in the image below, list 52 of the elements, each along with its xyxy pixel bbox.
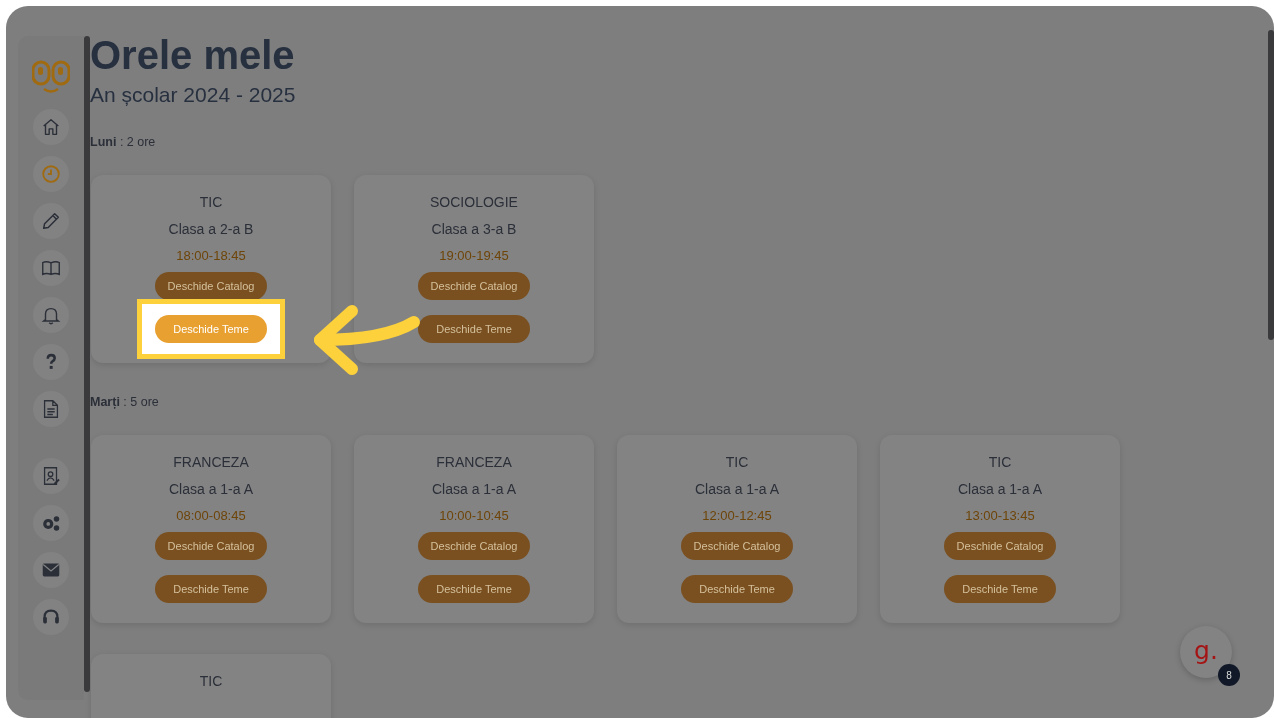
open-homework-button[interactable]: Deschide Teme <box>418 315 530 343</box>
pencil-icon <box>40 210 62 232</box>
pencil-nav-button[interactable] <box>33 203 69 239</box>
bell-nav-button[interactable] <box>33 297 69 333</box>
open-catalog-button[interactable]: Deschide Catalog <box>681 532 793 560</box>
class-name: Clasa a 2-a B <box>168 221 254 237</box>
open-homework-button[interactable]: Deschide Teme <box>418 575 530 603</box>
book-nav-button[interactable] <box>33 250 69 286</box>
gears-nav-button[interactable] <box>33 505 69 541</box>
question-nav-button[interactable] <box>33 344 69 380</box>
subject-name: TIC <box>199 673 223 689</box>
notification-badge: 8 <box>1218 664 1240 686</box>
clock-icon <box>40 163 62 185</box>
class-name: Clasa a 1-a A <box>694 481 780 497</box>
class-name: Clasa a 1-a A <box>168 481 254 497</box>
logo-icon <box>32 60 70 96</box>
lesson-time: 10:00-10:45 <box>439 508 509 524</box>
class-name: Clasa a 3-a B <box>431 221 517 237</box>
open-catalog-button[interactable]: Deschide Catalog <box>944 532 1056 560</box>
open-homework-button[interactable]: Deschide Teme <box>155 315 267 343</box>
page-title: Orele mele <box>90 32 296 78</box>
class-name: Clasa a 1-a A <box>957 481 1043 497</box>
subject-name: TIC <box>988 454 1012 470</box>
open-catalog-button[interactable]: Deschide Catalog <box>155 532 267 560</box>
headset-nav-button[interactable] <box>33 599 69 635</box>
scrollbar[interactable] <box>84 36 90 692</box>
school-year: An școlar 2024 - 2025 <box>90 82 297 108</box>
open-catalog-button[interactable]: Deschide Catalog <box>155 272 267 300</box>
lesson-time: 13:00-13:45 <box>965 508 1035 524</box>
lesson-time: 08:00-08:45 <box>176 508 246 524</box>
open-catalog-button[interactable]: Deschide Catalog <box>418 532 530 560</box>
mail-nav-button[interactable] <box>33 552 69 588</box>
document-nav-button[interactable] <box>33 391 69 427</box>
class-name: Clasa a 1-a A <box>431 481 517 497</box>
open-homework-button[interactable]: Deschide Teme <box>681 575 793 603</box>
subject-name: FRANCEZA <box>173 454 249 470</box>
open-catalog-button[interactable]: Deschide Catalog <box>418 272 530 300</box>
day-label: Luni : 2 ore <box>90 134 157 150</box>
contact-nav-button[interactable] <box>33 458 69 494</box>
lesson-time: 18:00-18:45 <box>176 248 246 264</box>
subject-name: SOCIOLOGIE <box>430 194 518 210</box>
lesson-time: 12:00-12:45 <box>702 508 772 524</box>
day-label: Marți : 5 ore <box>90 394 160 410</box>
lesson-time: 19:00-19:45 <box>439 248 509 264</box>
home-icon <box>40 116 62 138</box>
open-homework-button[interactable]: Deschide Teme <box>155 575 267 603</box>
subject-name: TIC <box>199 194 223 210</box>
home-nav-button[interactable] <box>33 109 69 145</box>
scrollbar[interactable] <box>1268 30 1274 340</box>
open-homework-button[interactable]: Deschide Teme <box>944 575 1056 603</box>
subject-name: FRANCEZA <box>436 454 512 470</box>
subject-name: TIC <box>725 454 749 470</box>
